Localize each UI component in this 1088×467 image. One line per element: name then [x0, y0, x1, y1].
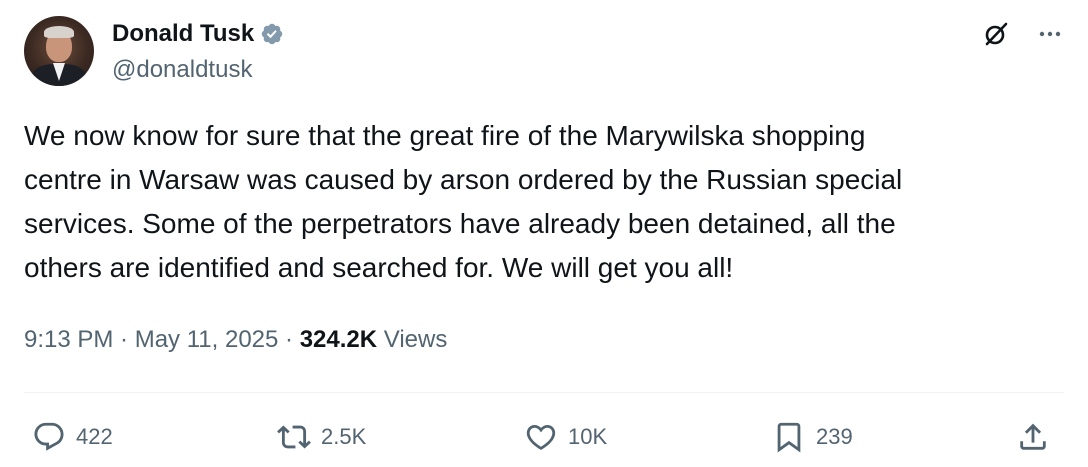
author-display-name[interactable]: Donald Tusk	[112, 20, 254, 48]
avatar-hair	[44, 26, 74, 38]
author-handle[interactable]: @donaldtusk	[112, 56, 252, 84]
grok-icon[interactable]	[982, 20, 1010, 48]
retweet-count: 2.5K	[321, 424, 367, 449]
reply-count: 422	[76, 424, 113, 449]
views-label: Views	[377, 326, 448, 353]
avatar[interactable]	[24, 16, 94, 86]
tweet-time[interactable]: 9:13 PM	[24, 326, 113, 354]
action-bar: 422 2.5K 10K 239	[0, 415, 1088, 459]
views-count: 324.2K	[299, 326, 378, 353]
retweet-button[interactable]: 2.5K	[277, 415, 366, 459]
like-button[interactable]: 10K	[524, 415, 607, 459]
bookmark-count: 239	[816, 424, 853, 449]
divider	[24, 392, 1064, 393]
like-icon	[526, 424, 556, 450]
reply-icon	[34, 422, 64, 451]
bookmark-icon	[777, 422, 801, 453]
tweet-text: We now know for sure that the great fire…	[24, 120, 903, 283]
tweet-meta: 9:13 PM · May 11, 2025 · 324.2K Views	[24, 326, 447, 354]
meta-separator: ·	[113, 326, 135, 353]
meta-separator: ·	[278, 326, 300, 353]
author-name-row: Donald Tusk	[112, 18, 284, 50]
more-icon[interactable]	[1036, 20, 1064, 48]
retweet-icon	[277, 425, 311, 449]
tweet-date[interactable]: May 11, 2025	[135, 326, 279, 354]
share-button[interactable]	[1016, 415, 1050, 459]
bookmark-button[interactable]: 239	[772, 415, 853, 459]
reply-button[interactable]: 422	[32, 415, 113, 459]
tweet-card: Donald Tusk @donaldtusk We now know for …	[0, 0, 1088, 467]
share-icon	[1020, 423, 1046, 450]
like-count: 10K	[568, 424, 608, 449]
top-actions	[982, 20, 1064, 48]
verified-badge-icon[interactable]	[260, 22, 284, 46]
